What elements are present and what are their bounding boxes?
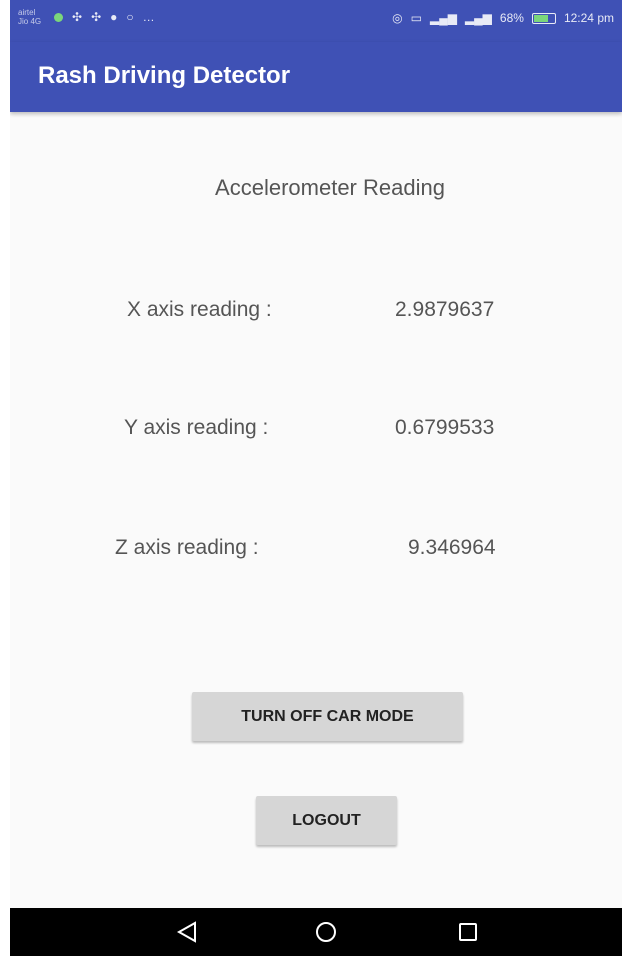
battery-percent: 68%	[499, 11, 524, 25]
home-circle-icon[interactable]	[314, 920, 338, 944]
app-screen: airtel Jio 4G ✣ ✣ ● ○ … ◎ ▭ ▂▄▆ ▂▄▆ 68% …	[10, 0, 622, 956]
turn-off-car-mode-button[interactable]: TURN OFF CAR MODE	[192, 692, 463, 741]
navigation-bar	[10, 908, 622, 956]
clock: 12:24 pm	[563, 11, 614, 25]
hotspot-icon: ◎	[392, 11, 403, 25]
carrier-label: airtel Jio 4G	[18, 8, 41, 26]
more-notifications-icon: …	[142, 10, 155, 24]
signal-icon: ▂▄▆	[429, 11, 457, 25]
accelerometer-heading: Accelerometer Reading	[215, 175, 445, 200]
app-title: Rash Driving Detector	[38, 62, 291, 89]
logout-button[interactable]: LOGOUT	[256, 796, 397, 845]
message-icon: ●	[110, 10, 118, 24]
x-axis-value: 2.9879637	[395, 298, 495, 321]
x-axis-label: X axis reading :	[127, 298, 272, 321]
volte-icon: ▭	[410, 11, 422, 25]
z-axis-value: 9.346964	[408, 536, 496, 559]
back-triangle-icon[interactable]	[175, 920, 199, 944]
carrier-line-2: Jio 4G	[18, 17, 42, 26]
signal-2-icon: ▂▄▆	[464, 11, 492, 25]
whatsapp-icon: ○	[126, 10, 134, 24]
notification-app-icon: ✣	[91, 10, 102, 24]
status-right: ◎ ▭ ▂▄▆ ▂▄▆ 68% 12:24 pm	[392, 11, 614, 25]
y-axis-value: 0.6799533	[395, 416, 495, 439]
notification-dot-icon	[54, 12, 63, 22]
battery-icon	[531, 12, 556, 24]
y-axis-label: Y axis reading :	[124, 416, 269, 439]
notification-icons: ✣ ✣ ● ○ …	[54, 10, 155, 24]
app-bar: Rash Driving Detector	[10, 42, 622, 112]
z-axis-label: Z axis reading :	[115, 536, 259, 559]
recent-apps-square-icon[interactable]	[456, 920, 480, 944]
status-bar: airtel Jio 4G ✣ ✣ ● ○ … ◎ ▭ ▂▄▆ ▂▄▆ 68% …	[10, 0, 622, 42]
notification-app-icon: ✣	[72, 10, 83, 24]
carrier-line-1: airtel	[18, 8, 36, 17]
